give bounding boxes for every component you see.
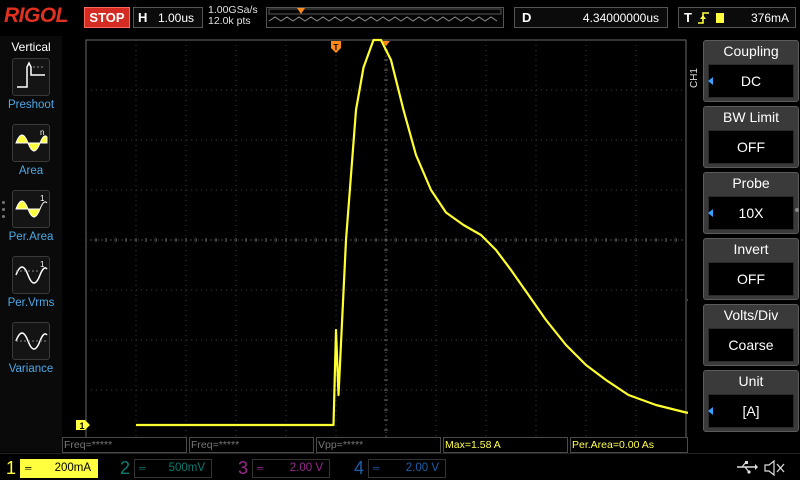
select-arrow-icon (708, 77, 713, 85)
dc-coupling-icon: ═ (25, 463, 32, 473)
softkey-value: OFF (708, 262, 794, 296)
channel-number: 3 (237, 458, 248, 478)
select-arrow-icon (708, 407, 713, 415)
period-vrms-icon: 1 (12, 256, 50, 294)
menu-item-label: Area (18, 165, 44, 177)
channel-scale-box: ═ 2.00 V (252, 459, 330, 478)
page-indicator-dot (795, 208, 799, 212)
channel-number: 4 (353, 458, 364, 478)
svg-text:1: 1 (40, 260, 45, 269)
softkey-value: OFF (708, 130, 794, 164)
channel-scale: 2.00 V (289, 462, 323, 474)
channel-scale-box: ═ 200mA (20, 459, 98, 478)
menu-item-label: Variance (8, 363, 54, 375)
softkey-label: Unit (738, 373, 764, 389)
period-area-icon: 1 (12, 190, 50, 228)
channel-number: 1 (5, 458, 16, 478)
menu-item-per-vrms[interactable]: 1 Per.Vrms (0, 256, 62, 316)
softkey-coupling[interactable]: Coupling DC (703, 40, 799, 102)
channel-scale: 200mA (54, 462, 91, 474)
memory-position-map (266, 7, 504, 28)
channel-scale-box: ═ 2.00 V (368, 459, 446, 478)
page-indicator-dot (2, 208, 5, 211)
svg-text:n: n (40, 128, 44, 137)
channel-scale: 500mV (168, 462, 205, 474)
menu-item-variance[interactable]: Variance (0, 322, 62, 382)
softkey-probe[interactable]: Probe 10X (703, 172, 799, 234)
usb-icon (737, 461, 758, 474)
menu-item-preshoot[interactable]: Preshoot (0, 58, 62, 118)
delay-readout[interactable]: D 4.34000000us (514, 7, 668, 28)
trigger-label: T (684, 10, 692, 25)
left-menu-title: Vertical (11, 40, 51, 54)
measurement-freq[interactable]: Freq=***** (62, 437, 187, 453)
page-indicator-dot (2, 215, 5, 218)
dc-coupling-icon: ═ (257, 463, 264, 473)
memory-depth: 12.0k pts (208, 15, 251, 27)
softkey-value: [A] (708, 394, 794, 428)
softkey-unit[interactable]: Unit [A] (703, 370, 799, 432)
select-arrow-icon (708, 209, 713, 217)
page-indicator-dot (2, 201, 5, 204)
left-function-menu: Vertical Preshoot n Area 1 Per.Area 1 Pe… (0, 36, 62, 452)
softkey-label: BW Limit (723, 109, 779, 125)
channel-tag: CH1 (689, 68, 700, 89)
delay-value: 4.34000000us (582, 11, 659, 25)
measurement-vpp[interactable]: Vpp=***** (316, 437, 441, 453)
trigger-marker-letter: T (334, 43, 339, 52)
channel-number: 2 (119, 458, 130, 478)
sample-rate-readout: 1.00GSa/s 12.0k pts (208, 5, 258, 27)
brand-logo: RIGOL (4, 4, 69, 27)
softkey-label: Probe (732, 175, 770, 191)
measurement-bar: Freq=***** Freq=***** Vpp=***** Max=1.58… (62, 437, 688, 453)
menu-item-per-area[interactable]: 1 Per.Area (0, 190, 62, 250)
timebase-value: 1.00us (158, 11, 195, 25)
trigger-level: 376mA (750, 11, 789, 25)
menu-item-label: Per.Area (8, 231, 54, 243)
horizontal-label: H (138, 10, 148, 25)
trigger-position-marker (297, 8, 305, 14)
preshoot-icon (12, 58, 50, 96)
measurement-max[interactable]: Max=1.58 A (443, 437, 568, 453)
measurement-freq[interactable]: Freq=***** (189, 437, 314, 453)
menu-item-label: Per.Vrms (7, 297, 55, 309)
softkey-label: Coupling (723, 43, 779, 59)
softkey-label: Invert (733, 241, 769, 257)
softkey-bw-limit[interactable]: BW Limit OFF (703, 106, 799, 168)
trigger-readout[interactable]: T 376mA (678, 7, 796, 28)
speaker-muted-icon[interactable] (764, 460, 786, 476)
menu-item-area[interactable]: n Area (0, 124, 62, 184)
dc-coupling-icon: ═ (373, 463, 380, 473)
measurement-per-area[interactable]: Per.Area=0.00 As (570, 437, 688, 453)
top-status-bar: RIGOL STOP H 1.00us 1.00GSa/s 12.0k pts … (0, 0, 800, 36)
memory-waveform-icon (268, 8, 502, 22)
menu-item-label: Preshoot (7, 99, 55, 111)
ch1-ground-marker-label: 1 (79, 421, 84, 431)
horizontal-timebase[interactable]: H 1.00us (133, 7, 203, 28)
svg-text:1: 1 (40, 194, 45, 203)
rising-edge-icon (698, 12, 709, 24)
softkey-value: 10X (708, 196, 794, 230)
softkey-value: Coarse (708, 328, 794, 362)
delay-label: D (522, 10, 532, 25)
softkey-value: DC (708, 64, 794, 98)
area-icon: n (12, 124, 50, 162)
channel-scale-box: ═ 500mV (134, 459, 212, 478)
softkey-invert[interactable]: Invert OFF (703, 238, 799, 300)
softkey-volts-div[interactable]: Volts/Div Coarse (703, 304, 799, 366)
trigger-channel-icon (716, 13, 724, 23)
channel-status-bar: 1 ═ 200mA 2 ═ 500mV 3 ═ 2.00 V 4 ═ 2.00 … (0, 453, 800, 480)
dc-coupling-icon: ═ (139, 463, 146, 473)
ch1-waveform-trace (136, 38, 737, 427)
waveform-display[interactable]: T1 (62, 36, 737, 452)
variance-icon (12, 322, 50, 360)
right-softkey-menu: CH1 Coupling DC BW Limit OFF Probe 10X I… (688, 36, 800, 452)
softkey-label: Volts/Div (723, 307, 779, 323)
graticule: T1 (76, 38, 737, 441)
channel-scale: 2.00 V (405, 462, 439, 474)
run-stop-button[interactable]: STOP (84, 7, 130, 28)
